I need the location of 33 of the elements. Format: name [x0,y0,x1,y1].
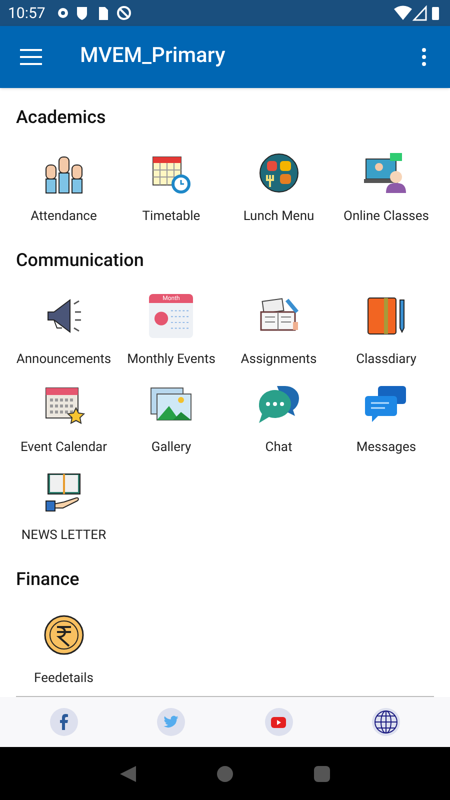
menu-tile[interactable]: Feedetails [10,605,118,693]
menu-tile[interactable]: Gallery [118,374,225,462]
section-heading: Communication [16,249,145,273]
menu-tile[interactable]: Messages [332,374,440,462]
menu-tile[interactable]: Chat [225,374,332,462]
menu-tile[interactable]: Event Calendar [10,374,118,462]
coin-icon [42,613,86,657]
facebook-button[interactable] [50,708,78,736]
back-icon[interactable] [120,766,136,782]
f-logo-icon [58,714,70,730]
menu-tile[interactable]: NEWS LETTER [10,462,118,550]
app-title: MVEM_Primary [80,43,226,70]
menu-tile[interactable]: Lunch Menu [225,143,332,231]
video-lesson-icon [364,151,408,195]
clock-time: 10:57 [8,2,46,24]
menu-tile[interactable]: Attendance [10,143,118,231]
recents-icon[interactable] [314,766,330,782]
menu-tile[interactable]: Timetable [118,143,225,231]
twitter-button[interactable] [157,708,186,736]
play-icon [271,716,286,728]
globe-icon [374,710,398,734]
website-button[interactable] [372,708,400,736]
signal-battery-icon [394,5,442,21]
section-heading: Finance [16,568,80,592]
home-icon[interactable] [216,766,233,782]
youtube-button[interactable] [264,708,293,736]
menu-tile[interactable]: Classdiary [332,286,440,374]
menu-tile[interactable]: Online Classes [332,143,440,231]
food-plate-icon [256,151,301,195]
bird-icon [163,714,180,730]
menu-tile[interactable]: Assignments [225,286,332,374]
section-heading: Academics [16,106,107,130]
menu-tile[interactable]: Announcements [10,286,118,374]
